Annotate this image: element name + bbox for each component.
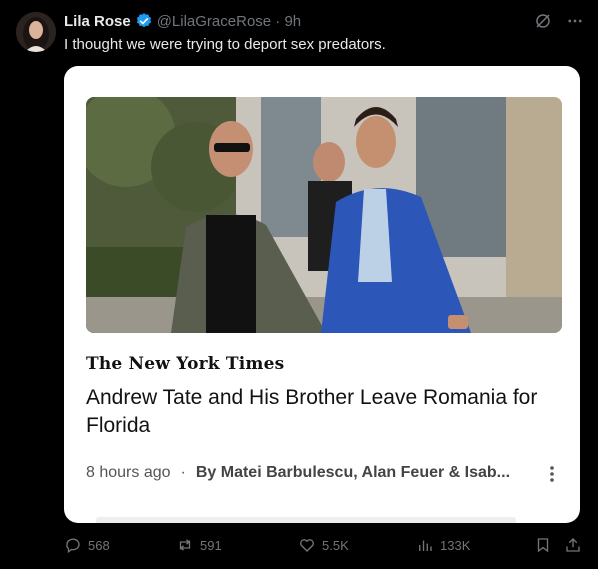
repost-count: 591 bbox=[200, 537, 222, 553]
article-byline: By Matei Barbulescu, Alan Feuer & Isab..… bbox=[195, 464, 511, 481]
avatar[interactable] bbox=[16, 12, 56, 52]
like-icon bbox=[300, 539, 314, 552]
tweet-header: Lila Rose @LilaGraceRose · 9h bbox=[64, 12, 301, 30]
views-count: 133K bbox=[440, 537, 471, 553]
repost-button[interactable]: 591 bbox=[176, 536, 222, 554]
bookmark-button[interactable] bbox=[534, 536, 552, 554]
avatar-image bbox=[16, 12, 56, 52]
share-button[interactable] bbox=[564, 536, 582, 554]
verified-badge-icon bbox=[135, 12, 153, 30]
reply-count: 568 bbox=[88, 537, 110, 553]
handle-and-time[interactable]: @LilaGraceRose · 9h bbox=[157, 13, 301, 30]
bookmark-icon bbox=[537, 538, 549, 553]
article-photo bbox=[86, 97, 562, 333]
article-time: 8 hours ago bbox=[86, 464, 171, 481]
repost-icon bbox=[179, 539, 191, 551]
article-headline[interactable]: Andrew Tate and His Brother Leave Romani… bbox=[86, 384, 566, 440]
like-count: 5.5K bbox=[322, 537, 349, 553]
tweet-actions: 568 591 5.5K 133K bbox=[64, 536, 584, 558]
card-more-icon[interactable] bbox=[544, 464, 560, 484]
tweet-text: I thought we were trying to deport sex p… bbox=[64, 36, 386, 53]
next-card-peek bbox=[96, 517, 516, 523]
like-button[interactable]: 5.5K bbox=[298, 536, 349, 554]
author-name[interactable]: Lila Rose bbox=[64, 13, 131, 30]
link-card[interactable]: The New York Times Andrew Tate and His B… bbox=[64, 66, 580, 523]
top-icons bbox=[534, 12, 584, 35]
meta-separator: · bbox=[180, 464, 186, 481]
reply-icon bbox=[66, 538, 80, 554]
article-meta: 8 hours ago · By Matei Barbulescu, Alan … bbox=[86, 464, 556, 482]
reply-button[interactable]: 568 bbox=[64, 536, 110, 554]
share-icon bbox=[566, 538, 580, 552]
more-icon[interactable] bbox=[566, 12, 584, 35]
publication-logo: The New York Times bbox=[86, 354, 285, 374]
views-button[interactable]: 133K bbox=[416, 536, 470, 554]
grok-icon[interactable] bbox=[534, 12, 552, 35]
views-icon bbox=[419, 540, 432, 551]
